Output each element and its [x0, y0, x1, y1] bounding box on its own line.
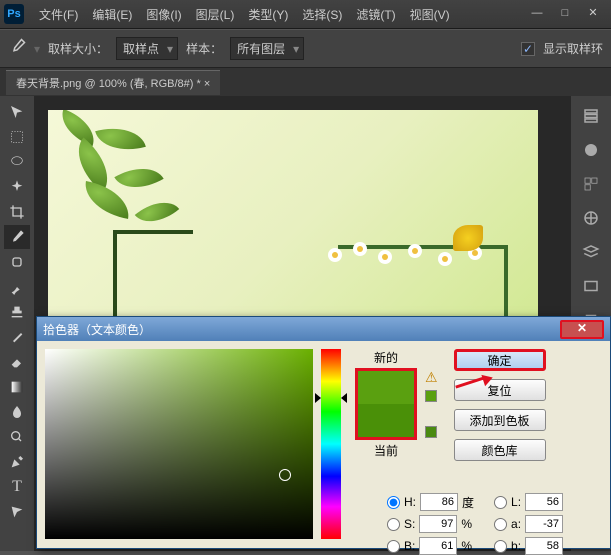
show-ring-label: 显示取样环: [543, 40, 603, 57]
websafe-swatch[interactable]: [425, 426, 437, 438]
butterfly-graphic: [453, 225, 483, 251]
document-canvas[interactable]: 春: [48, 110, 538, 350]
gradient-tool[interactable]: [4, 375, 30, 399]
color-libraries-button[interactable]: 颜色库: [454, 439, 546, 461]
toolbox: T: [0, 96, 34, 551]
marquee-tool[interactable]: [4, 125, 30, 149]
hue-slider[interactable]: [321, 349, 341, 539]
show-ring-checkbox[interactable]: ✓: [521, 42, 535, 56]
a-radio[interactable]: [494, 518, 507, 531]
reset-button[interactable]: 复位: [454, 379, 546, 401]
eraser-tool[interactable]: [4, 350, 30, 374]
heal-tool[interactable]: [4, 250, 30, 274]
menu-filter[interactable]: 滤镜(T): [349, 6, 402, 23]
lasso-tool[interactable]: [4, 150, 30, 174]
title-bar: Ps 文件(F) 编辑(E) 图像(I) 图层(L) 类型(Y) 选择(S) 滤…: [0, 0, 611, 28]
dialog-close-button[interactable]: ✕: [560, 320, 604, 339]
menu-select[interactable]: 选择(S): [295, 6, 349, 23]
color-picker-dialog: 拾色器（文本颜色） ✕ 新的 当前 ⚠ 确定 复位 添加到色板 颜色库: [36, 316, 611, 549]
color-field[interactable]: [45, 349, 313, 539]
menu-edit[interactable]: 编辑(E): [85, 6, 139, 23]
dialog-title: 拾色器（文本颜色）: [43, 321, 151, 338]
nearest-web-swatch[interactable]: [425, 390, 437, 402]
move-tool[interactable]: [4, 100, 30, 124]
sample-size-label: 取样大小：: [48, 40, 108, 57]
h-input[interactable]: [420, 493, 458, 511]
l-radio[interactable]: [494, 496, 507, 509]
channels-panel-icon[interactable]: [579, 274, 603, 298]
sample-size-select[interactable]: 取样点▾: [116, 37, 178, 60]
app-logo: Ps: [4, 4, 24, 24]
eyedropper-tool[interactable]: [4, 225, 30, 249]
lab-b-radio[interactable]: [494, 540, 507, 553]
stamp-tool[interactable]: [4, 300, 30, 324]
current-color-label: 当前: [374, 442, 398, 459]
wand-tool[interactable]: [4, 175, 30, 199]
pen-tool[interactable]: [4, 450, 30, 474]
s-radio[interactable]: [387, 518, 400, 531]
sample-label: 样本：: [186, 40, 222, 57]
color-field-cursor: [279, 469, 291, 481]
path-tool[interactable]: [4, 500, 30, 524]
eyedropper-icon: [8, 38, 26, 59]
b-radio[interactable]: [387, 540, 400, 553]
document-tab-bar: 春天背景.png @ 100% (春, RGB/8#) * ×: [0, 68, 611, 96]
l-input[interactable]: [525, 493, 563, 511]
new-color-swatch: [358, 371, 414, 404]
menu-image[interactable]: 图像(I): [139, 6, 188, 23]
minimize-button[interactable]: —: [523, 4, 551, 24]
maximize-button[interactable]: □: [551, 4, 579, 24]
close-button[interactable]: ✕: [579, 4, 607, 24]
options-bar: ▾ 取样大小： 取样点▾ 样本： 所有图层▾ ✓ 显示取样环: [0, 30, 611, 68]
swatches-panel-icon[interactable]: [579, 172, 603, 196]
h-radio[interactable]: [387, 496, 400, 509]
add-swatch-button[interactable]: 添加到色板: [454, 409, 546, 431]
adjustments-panel-icon[interactable]: [579, 206, 603, 230]
history-brush-tool[interactable]: [4, 325, 30, 349]
history-panel-icon[interactable]: [579, 104, 603, 128]
blur-tool[interactable]: [4, 400, 30, 424]
current-color-swatch: [358, 404, 414, 437]
menu-file[interactable]: 文件(F): [32, 6, 85, 23]
brush-tool[interactable]: [4, 275, 30, 299]
a-input[interactable]: [525, 515, 563, 533]
color-panel-icon[interactable]: [579, 138, 603, 162]
s-input[interactable]: [419, 515, 457, 533]
gamut-warning-icon[interactable]: ⚠: [425, 369, 438, 386]
menu-layer[interactable]: 图层(L): [189, 6, 242, 23]
new-color-label: 新的: [374, 349, 398, 366]
dialog-titlebar[interactable]: 拾色器（文本颜色） ✕: [37, 317, 610, 341]
layers-panel-icon[interactable]: [579, 240, 603, 264]
document-tab[interactable]: 春天背景.png @ 100% (春, RGB/8#) * ×: [6, 70, 220, 95]
sample-select[interactable]: 所有图层▾: [230, 37, 304, 60]
ok-button[interactable]: 确定: [454, 349, 546, 371]
b-input[interactable]: [419, 537, 457, 555]
color-preview: [355, 368, 417, 440]
menu-view[interactable]: 视图(V): [403, 6, 457, 23]
lab-b-input[interactable]: [525, 537, 563, 555]
type-tool[interactable]: T: [4, 475, 30, 499]
menu-type[interactable]: 类型(Y): [241, 6, 295, 23]
dodge-tool[interactable]: [4, 425, 30, 449]
crop-tool[interactable]: [4, 200, 30, 224]
